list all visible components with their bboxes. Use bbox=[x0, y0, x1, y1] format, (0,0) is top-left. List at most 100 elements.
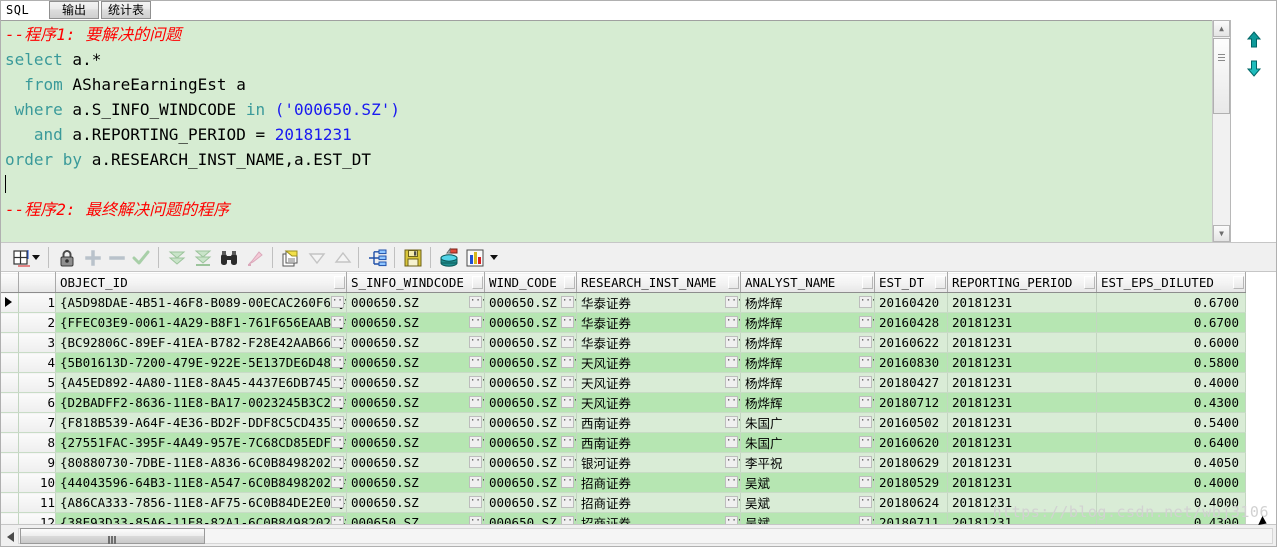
column-resize-handle[interactable] bbox=[862, 276, 873, 289]
lock-record-icon[interactable] bbox=[56, 247, 78, 269]
cell-reporting-period[interactable]: 20181231 bbox=[947, 393, 1096, 413]
cell-object-id[interactable]: {44043596-64B3-11E8-A547-6C0B84982028}··… bbox=[56, 473, 347, 493]
cell-est-dt[interactable]: 20160830 bbox=[874, 353, 947, 373]
cell-wind-code[interactable]: 000650.SZ··· bbox=[484, 493, 576, 513]
cell-expand-ellipsis-icon[interactable]: ··· bbox=[561, 336, 574, 348]
cell-research-inst-name[interactable]: 天风证券··· bbox=[576, 393, 740, 413]
cell-expand-ellipsis-icon[interactable]: ··· bbox=[725, 476, 738, 488]
previous-statement-arrow-icon[interactable] bbox=[1244, 30, 1264, 50]
column-header-analyst-name[interactable]: ANALYST_NAME bbox=[740, 273, 874, 293]
cell-research-inst-name[interactable]: 招商证券··· bbox=[576, 493, 740, 513]
cell-research-inst-name[interactable]: 华泰证券··· bbox=[576, 313, 740, 333]
structure-tree-icon[interactable] bbox=[366, 247, 388, 269]
cell-est-dt[interactable]: 20180624 bbox=[874, 493, 947, 513]
column-header-reporting-period[interactable]: REPORTING_PERIOD bbox=[947, 273, 1096, 293]
tab-stats-table[interactable]: 统计表 bbox=[101, 1, 151, 19]
cell-object-id[interactable]: {80880730-7DBE-11E8-A836-6C0B84982028}··… bbox=[56, 453, 347, 473]
cell-expand-ellipsis-icon[interactable]: ··· bbox=[561, 376, 574, 388]
cell-expand-ellipsis-icon[interactable]: ··· bbox=[859, 436, 872, 448]
copy-records-icon[interactable] bbox=[280, 247, 302, 269]
cell-est-dt[interactable]: 20180712 bbox=[874, 393, 947, 413]
row-indicator-cell[interactable] bbox=[0, 413, 19, 433]
table-row[interactable]: 3{BC92806C-89EF-41EA-B782-F28E42AAB667}·… bbox=[0, 333, 1245, 353]
column-resize-handle[interactable] bbox=[935, 276, 946, 289]
cell-est-eps-diluted[interactable]: 0.5800 bbox=[1096, 353, 1245, 373]
cell-expand-ellipsis-icon[interactable]: ··· bbox=[561, 356, 574, 368]
cell-wind-code[interactable]: 000650.SZ··· bbox=[484, 513, 576, 525]
cell-expand-ellipsis-icon[interactable]: ··· bbox=[561, 296, 574, 308]
cell-expand-ellipsis-icon[interactable]: ··· bbox=[725, 296, 738, 308]
row-number-cell[interactable]: 11 bbox=[19, 493, 56, 513]
cell-analyst-name[interactable]: 朱国广··· bbox=[740, 433, 874, 453]
table-row[interactable]: 11{A86CA333-7856-11E8-AF75-6C0B84DE2E02}… bbox=[0, 493, 1245, 513]
cell-est-eps-diluted[interactable]: 0.4300 bbox=[1096, 393, 1245, 413]
cell-analyst-name[interactable]: 李平祝··· bbox=[740, 453, 874, 473]
cell-expand-ellipsis-icon[interactable]: ··· bbox=[331, 476, 344, 488]
cell-est-eps-diluted[interactable]: 0.5400 bbox=[1096, 413, 1245, 433]
cell-research-inst-name[interactable]: 招商证券··· bbox=[576, 473, 740, 493]
cell-expand-ellipsis-icon[interactable]: ··· bbox=[469, 396, 482, 408]
cell-expand-ellipsis-icon[interactable]: ··· bbox=[469, 336, 482, 348]
cell-expand-ellipsis-icon[interactable]: ··· bbox=[859, 296, 872, 308]
row-number-cell[interactable]: 7 bbox=[19, 413, 56, 433]
next-statement-arrow-icon[interactable] bbox=[1244, 58, 1264, 78]
cell-analyst-name[interactable]: 朱国广··· bbox=[740, 413, 874, 433]
cell-expand-ellipsis-icon[interactable]: ··· bbox=[725, 356, 738, 368]
column-resize-handle[interactable] bbox=[1233, 276, 1244, 289]
cell-object-id[interactable]: {F818B539-A64F-4E36-BD2F-DDF8C5CD4350}··… bbox=[56, 413, 347, 433]
sql-editor[interactable]: --程序1: 要解决的问题select a.* from AShareEarni… bbox=[1, 21, 1229, 242]
row-number-cell[interactable]: 8 bbox=[19, 433, 56, 453]
cell-s-info-windcode[interactable]: 000650.SZ··· bbox=[346, 473, 484, 493]
cell-expand-ellipsis-icon[interactable]: ··· bbox=[331, 376, 344, 388]
cell-expand-ellipsis-icon[interactable]: ··· bbox=[859, 496, 872, 508]
cell-expand-ellipsis-icon[interactable]: ··· bbox=[859, 396, 872, 408]
cell-expand-ellipsis-icon[interactable]: ··· bbox=[725, 436, 738, 448]
cell-expand-ellipsis-icon[interactable]: ··· bbox=[859, 416, 872, 428]
cell-expand-ellipsis-icon[interactable]: ··· bbox=[561, 496, 574, 508]
row-indicator-cell[interactable] bbox=[0, 333, 19, 353]
row-indicator-cell[interactable] bbox=[0, 513, 19, 525]
cell-research-inst-name[interactable]: 天风证券··· bbox=[576, 353, 740, 373]
cell-object-id[interactable]: {A45ED892-4A80-11E8-8A45-4437E6DB745C}··… bbox=[56, 373, 347, 393]
cell-expand-ellipsis-icon[interactable]: ··· bbox=[331, 436, 344, 448]
row-indicator-cell[interactable] bbox=[0, 393, 19, 413]
cell-est-eps-diluted[interactable]: 0.4000 bbox=[1096, 473, 1245, 493]
cell-expand-ellipsis-icon[interactable]: ··· bbox=[859, 316, 872, 328]
cell-wind-code[interactable]: 000650.SZ··· bbox=[484, 333, 576, 353]
column-resize-handle[interactable] bbox=[334, 276, 345, 289]
row-number-cell[interactable]: 2 bbox=[19, 313, 56, 333]
cell-est-eps-diluted[interactable]: 0.4300 bbox=[1096, 513, 1245, 525]
cell-s-info-windcode[interactable]: 000650.SZ··· bbox=[346, 373, 484, 393]
cell-reporting-period[interactable]: 20181231 bbox=[947, 313, 1096, 333]
cell-object-id[interactable]: {27551FAC-395F-4A49-957E-7C68CD85EDF6}··… bbox=[56, 433, 347, 453]
cell-est-dt[interactable]: 20160620 bbox=[874, 433, 947, 453]
table-row[interactable]: 4{5B01613D-7200-479E-922E-5E137DE6D481}·… bbox=[0, 353, 1245, 373]
cell-reporting-period[interactable]: 20181231 bbox=[947, 473, 1096, 493]
cell-object-id[interactable]: {D2BADFF2-8636-11E8-BA17-0023245B3C29}··… bbox=[56, 393, 347, 413]
cell-analyst-name[interactable]: 杨烨辉··· bbox=[740, 393, 874, 413]
cell-research-inst-name[interactable]: 华泰证券··· bbox=[576, 333, 740, 353]
cell-s-info-windcode[interactable]: 000650.SZ··· bbox=[346, 353, 484, 373]
editor-vertical-scrollbar[interactable]: ▲ ▼ bbox=[1212, 20, 1230, 242]
scrollbar-thumb[interactable] bbox=[1213, 38, 1230, 114]
cell-expand-ellipsis-icon[interactable]: ··· bbox=[561, 436, 574, 448]
cell-expand-ellipsis-icon[interactable]: ··· bbox=[331, 496, 344, 508]
row-indicator-cell[interactable] bbox=[0, 373, 19, 393]
cell-est-eps-diluted[interactable]: 0.4000 bbox=[1096, 373, 1245, 393]
cell-analyst-name[interactable]: 吴斌··· bbox=[740, 513, 874, 525]
cell-reporting-period[interactable]: 20181231 bbox=[947, 353, 1096, 373]
cell-expand-ellipsis-icon[interactable]: ··· bbox=[331, 356, 344, 368]
cell-wind-code[interactable]: 000650.SZ··· bbox=[484, 313, 576, 333]
cell-object-id[interactable]: {BC92806C-89EF-41EA-B782-F28E42AAB667}··… bbox=[56, 333, 347, 353]
cell-expand-ellipsis-icon[interactable]: ··· bbox=[561, 476, 574, 488]
cell-s-info-windcode[interactable]: 000650.SZ··· bbox=[346, 433, 484, 453]
cell-wind-code[interactable]: 000650.SZ··· bbox=[484, 453, 576, 473]
column-resize-handle[interactable] bbox=[564, 276, 575, 289]
column-resize-handle[interactable] bbox=[472, 276, 483, 289]
cell-expand-ellipsis-icon[interactable]: ··· bbox=[725, 516, 738, 524]
cell-expand-ellipsis-icon[interactable]: ··· bbox=[331, 456, 344, 468]
cell-expand-ellipsis-icon[interactable]: ··· bbox=[561, 416, 574, 428]
cell-reporting-period[interactable]: 20181231 bbox=[947, 293, 1096, 313]
cell-wind-code[interactable]: 000650.SZ··· bbox=[484, 353, 576, 373]
cell-est-eps-diluted[interactable]: 0.6700 bbox=[1096, 293, 1245, 313]
